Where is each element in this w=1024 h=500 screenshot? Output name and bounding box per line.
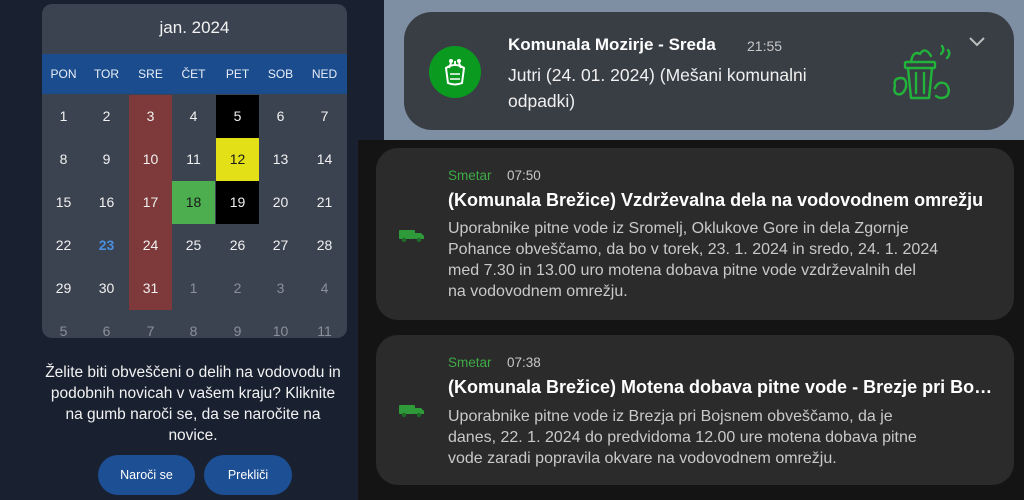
calendar-day[interactable]: 25 [172, 224, 215, 267]
weekday-header: PON TOR SRE ČET PET SOB NED [42, 54, 347, 94]
calendar-day[interactable]: 28 [303, 224, 346, 267]
notification-body-line: na vodovodnem omrežju. [448, 283, 628, 300]
garbage-truck-icon [399, 405, 424, 418]
notification-time: 07:38 [507, 355, 541, 370]
calendar-day[interactable]: 2 [216, 267, 259, 310]
notification-body-line: Uporabnike pitne vode iz Sromelj, Okluko… [448, 220, 909, 237]
weekday-tue: TOR [93, 67, 120, 81]
weekday-sun: NED [311, 67, 338, 81]
prompt-line: novice. [168, 427, 218, 444]
notification-body: Uporabnike pitne vode iz Brezja pri Bojs… [448, 406, 998, 469]
weekday-thu: ČET [181, 67, 206, 81]
notification-app-name: Smetar [448, 355, 492, 370]
calendar-day[interactable]: 11 [172, 138, 215, 181]
notification-body-line: Jutri (24. 01. 2024) (Mešani komunalni [508, 65, 807, 85]
calendar-day[interactable]: 7 [129, 310, 172, 338]
calendar-day[interactable]: 26 [216, 224, 259, 267]
calendar-day[interactable]: 1 [42, 95, 85, 138]
calendar-day[interactable]: 10 [259, 310, 302, 338]
calendar-day[interactable]: 3 [129, 95, 172, 138]
calendar-day[interactable]: 12 [216, 138, 259, 181]
weekday-fri: PET [225, 67, 250, 81]
notification-card[interactable]: Smetar 07:50 (Komunala Brežice) Vzdrževa… [376, 148, 1014, 320]
calendar-day[interactable]: 4 [172, 95, 215, 138]
cancel-button[interactable]: Prekliči [204, 455, 292, 495]
calendar-day[interactable]: 20 [259, 181, 302, 224]
calendar-day[interactable]: 24 [129, 224, 172, 267]
notification-body: Uporabnike pitne vode iz Sromelj, Okluko… [448, 218, 998, 302]
calendar-day[interactable]: 8 [172, 310, 215, 338]
calendar-day[interactable]: 2 [85, 95, 128, 138]
calendar-day[interactable]: 19 [216, 181, 259, 224]
weekday-mon: PON [50, 67, 77, 81]
calendar-day[interactable]: 6 [85, 310, 128, 338]
app-icon-circle [429, 46, 481, 98]
garbage-truck-icon [399, 230, 424, 243]
calendar-day[interactable]: 14 [303, 138, 346, 181]
calendar-day[interactable]: 21 [303, 181, 346, 224]
calendar-day[interactable]: 17 [129, 181, 172, 224]
weekday-wed: SRE [138, 67, 163, 81]
calendar-day[interactable]: 29 [42, 267, 85, 310]
notification-title: (Komunala Brežice) Motena dobava pitne v… [448, 377, 996, 397]
chevron-down-icon[interactable] [967, 34, 987, 48]
subscribe-button[interactable]: Naroči se [98, 455, 195, 495]
calendar-day[interactable]: 7 [303, 95, 346, 138]
calendar-day[interactable]: 8 [42, 138, 85, 181]
calendar-day[interactable]: 3 [259, 267, 302, 310]
calendar-day[interactable]: 13 [259, 138, 302, 181]
notification-time: 21:55 [747, 38, 783, 54]
calendar-day[interactable]: 5 [42, 310, 85, 338]
notification-card[interactable]: Smetar 07:38 (Komunala Brežice) Motena d… [376, 335, 1014, 485]
calendar-day[interactable]: 11 [303, 310, 346, 338]
notification-time: 07:50 [507, 168, 541, 183]
calendar-day[interactable]: 27 [259, 224, 302, 267]
garbage-bag-icon [444, 59, 466, 86]
weekday-sat: SOB [267, 67, 294, 81]
calendar-day[interactable]: 16 [85, 181, 128, 224]
notification-body-line: vode zaradi popravila okvare na vodovodn… [448, 450, 837, 467]
prompt-line: podobnih novicah v vašem kraju? Kliknite [50, 385, 336, 402]
notification-title: Komunala Mozirje - Sreda [508, 35, 716, 54]
calendar-day[interactable]: 1 [172, 267, 215, 310]
notification-title: (Komunala Brežice) Vzdrževalna dela na v… [448, 190, 984, 210]
notification-body-line: med 7.30 in 13.00 uro motena dobava pitn… [448, 262, 916, 279]
notification-body-line: odpadki) [508, 91, 576, 111]
calendar-day[interactable]: 10 [129, 138, 172, 181]
notification-app-name: Smetar [448, 168, 492, 183]
prompt-line: na gumb naroči se, da se naročite na [65, 406, 321, 423]
calendar-day[interactable]: 31 [129, 267, 172, 310]
notification-komunala-mozirje[interactable]: Komunala Mozirje - Sreda 21:55 Jutri (24… [404, 12, 1014, 130]
calendar-day[interactable]: 22 [42, 224, 85, 267]
waste-bin-icon [893, 44, 951, 100]
calendar-day[interactable]: 23 [85, 224, 128, 267]
calendar-day[interactable]: 30 [85, 267, 128, 310]
notification-body-line: danes, 22. 1. 2024 do predvidoma 12.00 u… [448, 429, 917, 446]
notification-body-line: Uporabnike pitne vode iz Brezja pri Bojs… [448, 408, 893, 425]
subscribe-prompt: Želite biti obveščeni o delih na vodovod… [20, 362, 366, 446]
calendar-day[interactable]: 9 [85, 138, 128, 181]
prompt-line: Želite biti obveščeni o delih na vodovod… [45, 364, 341, 381]
calendar: jan. 2024 PON TOR SRE ČET PET SOB NED 12… [42, 4, 347, 338]
notification-body-line: Pohance obveščamo, da bo v torek, 23. 1.… [448, 241, 939, 258]
calendar-day[interactable]: 6 [259, 95, 302, 138]
calendar-month-title: jan. 2024 [159, 18, 230, 37]
calendar-panel: jan. 2024 PON TOR SRE ČET PET SOB NED 12… [0, 0, 384, 500]
calendar-day[interactable]: 4 [303, 267, 346, 310]
notification-body: Jutri (24. 01. 2024) (Mešani komunalni o… [508, 62, 868, 114]
calendar-day[interactable]: 18 [172, 181, 215, 224]
calendar-day[interactable]: 15 [42, 181, 85, 224]
calendar-day[interactable]: 5 [216, 95, 259, 138]
calendar-day[interactable]: 9 [216, 310, 259, 338]
